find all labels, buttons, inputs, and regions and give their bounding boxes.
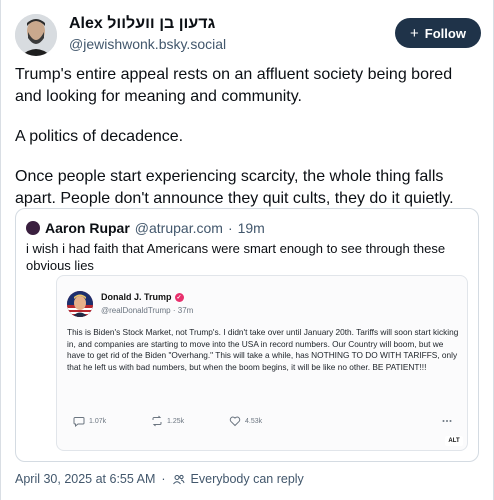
embedded-screenshot-image[interactable]: Donald J. Trump ✓ @realDonaldTrump · 37m… (56, 275, 468, 451)
reply-icon (73, 417, 85, 427)
post-paragraph: Once people start experiencing scarcity,… (15, 168, 454, 207)
reply-setting[interactable]: Everybody can reply (191, 472, 304, 486)
alt-text-badge[interactable]: ALT (445, 436, 463, 446)
more-dots-icon (442, 420, 452, 422)
screenshot-author-name-text: Donald J. Trump (101, 292, 172, 302)
author-handle[interactable]: @jewishwonk.bsky.social (69, 36, 226, 52)
screenshot-replies: 1.07k (73, 415, 151, 427)
screenshot-repost-count: 1.25k (167, 417, 185, 425)
follow-button[interactable]: + Follow (395, 18, 481, 48)
heart-icon (229, 416, 241, 427)
quoted-author-name[interactable]: Aaron Rupar (45, 220, 130, 236)
quoted-author-avatar[interactable] (26, 221, 40, 235)
screenshot-reply-count: 1.07k (89, 417, 107, 425)
screenshot-author-name: Donald J. Trump ✓ (101, 292, 184, 302)
post-body: Trump's entire appeal rests on an afflue… (15, 64, 481, 210)
post-paragraph: Trump's entire appeal rests on an afflue… (15, 66, 453, 105)
quoted-timestamp[interactable]: 19m (238, 220, 265, 236)
screenshot-author-handle: @realDonaldTrump · 37m (101, 306, 194, 315)
author-name[interactable]: Alex גדעון בן וועלוול (69, 15, 215, 33)
quoted-author-handle[interactable]: @atrupar.com (135, 220, 223, 236)
quoted-post-text: i wish i had faith that Americans were s… (26, 241, 446, 273)
screenshot-post-text: This is Biden's Stock Market, not Trump'… (67, 327, 459, 372)
people-icon (172, 474, 185, 484)
follow-button-label: Follow (424, 25, 466, 41)
post-meta-footer: April 30, 2025 at 6:55 AM · Everybody ca… (15, 471, 304, 487)
quoted-separator: · (227, 220, 233, 236)
post-paragraph: A politics of decadence. (15, 128, 184, 145)
post-header: Alex גדעון בן וועלוול @jewishwonk.bsky.s… (15, 12, 481, 56)
repost-icon (152, 415, 162, 427)
quoted-post[interactable]: Aaron Rupar @atrupar.com · 19m i wish i … (15, 208, 479, 462)
screenshot-action-bar: 1.07k 1.25k 4.53k (73, 414, 453, 428)
plus-icon: + (410, 24, 419, 42)
screenshot-likes: 4.53k (229, 415, 307, 427)
screenshot-reposts: 1.25k (151, 415, 229, 427)
post-container: Alex גדעון בן וועלוול @jewishwonk.bsky.s… (0, 0, 494, 500)
screenshot-more (441, 415, 453, 427)
verified-badge-icon: ✓ (174, 292, 184, 302)
screenshot-like-count: 4.53k (245, 417, 263, 425)
screenshot-avatar (67, 291, 93, 317)
quoted-post-header: Aaron Rupar @atrupar.com · 19m (26, 219, 265, 237)
footer-separator: · (161, 472, 166, 486)
author-avatar[interactable] (15, 14, 57, 56)
post-timestamp[interactable]: April 30, 2025 at 6:55 AM (15, 472, 155, 486)
